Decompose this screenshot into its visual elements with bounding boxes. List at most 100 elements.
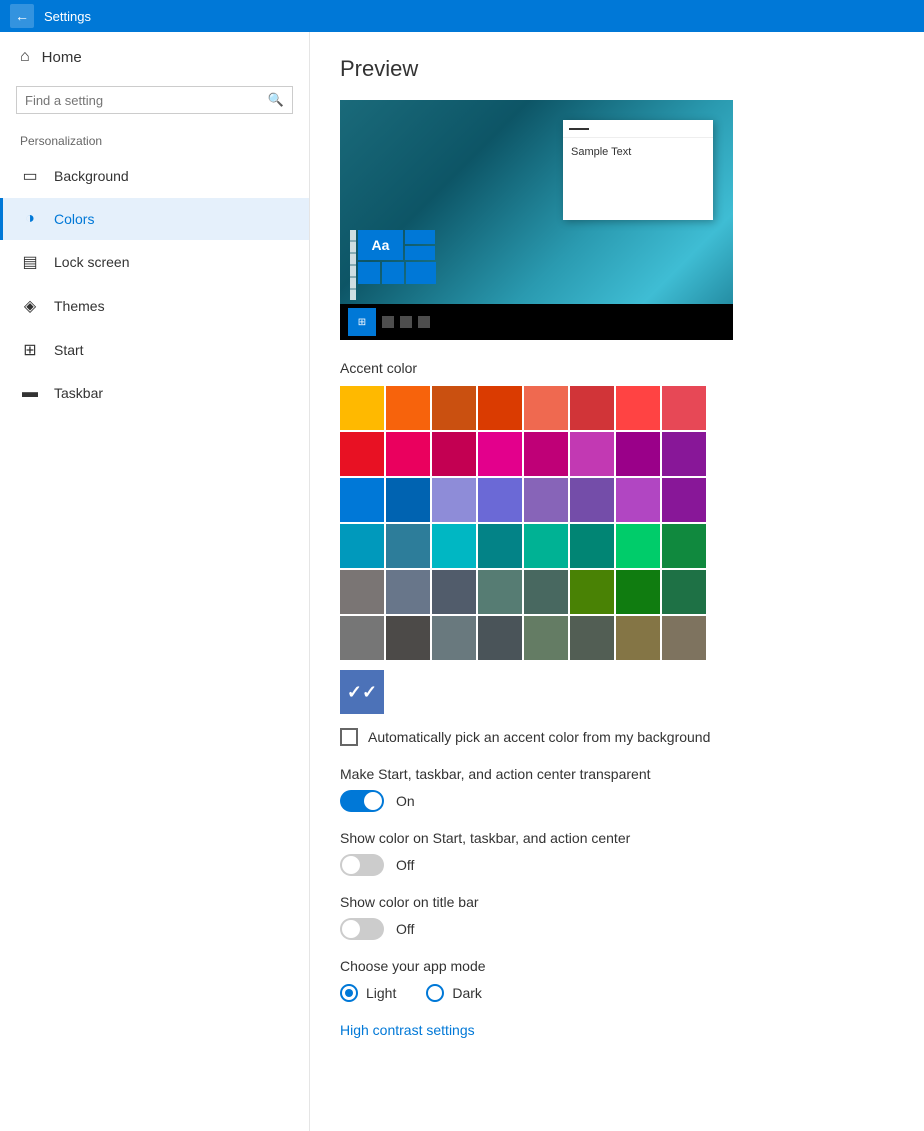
color-swatch-16[interactable]: [340, 478, 384, 522]
background-icon: ▭: [20, 166, 40, 186]
color-swatch-47[interactable]: [662, 616, 706, 660]
transparent-state: On: [396, 793, 415, 809]
color-swatch-4[interactable]: [524, 386, 568, 430]
color-swatch-27[interactable]: [478, 524, 522, 568]
app-mode-label: Choose your app mode: [340, 958, 894, 974]
sidebar-item-lockscreen-label: Lock screen: [54, 254, 129, 270]
sidebar-item-themes-label: Themes: [54, 298, 105, 314]
color-swatch-8[interactable]: [340, 432, 384, 476]
color-swatch-30[interactable]: [616, 524, 660, 568]
color-swatch-10[interactable]: [432, 432, 476, 476]
color-swatch-32[interactable]: [340, 570, 384, 614]
color-swatch-18[interactable]: [432, 478, 476, 522]
preview-window-titlebar: [563, 120, 713, 138]
color-start-label: Show color on Start, taskbar, and action…: [340, 830, 894, 846]
app-mode-section: Choose your app mode Light Dark: [340, 958, 894, 1002]
radio-light-label: Light: [366, 985, 396, 1001]
color-titlebar-toggle-section: Show color on title bar Off: [340, 894, 894, 940]
start-icon: ⊞: [20, 340, 40, 360]
color-swatch-13[interactable]: [570, 432, 614, 476]
color-swatch-38[interactable]: [616, 570, 660, 614]
color-swatch-40[interactable]: [340, 616, 384, 660]
back-button[interactable]: ←: [10, 4, 34, 28]
preview-box: Aa: [340, 100, 733, 340]
color-swatch-39[interactable]: [662, 570, 706, 614]
color-titlebar-toggle-row: Off: [340, 918, 894, 940]
search-box[interactable]: 🔍: [16, 86, 293, 114]
color-swatch-42[interactable]: [432, 616, 476, 660]
color-swatch-29[interactable]: [570, 524, 614, 568]
color-start-toggle[interactable]: [340, 854, 384, 876]
accent-color-label: Accent color: [340, 360, 894, 376]
color-swatch-24[interactable]: [340, 524, 384, 568]
color-swatch-12[interactable]: [524, 432, 568, 476]
preview-tiles: Aa: [350, 230, 436, 300]
themes-icon: ◈: [20, 296, 40, 316]
transparent-toggle[interactable]: [340, 790, 384, 812]
sidebar-item-home[interactable]: ⌂ Home: [0, 32, 309, 82]
radio-option-dark[interactable]: Dark: [426, 984, 482, 1002]
color-swatch-28[interactable]: [524, 524, 568, 568]
color-swatch-11[interactable]: [478, 432, 522, 476]
sidebar-item-taskbar[interactable]: ▬ Taskbar: [0, 372, 309, 414]
color-swatch-14[interactable]: [616, 432, 660, 476]
sidebar-item-start[interactable]: ⊞ Start: [0, 328, 309, 372]
color-swatch-43[interactable]: [478, 616, 522, 660]
color-swatch-19[interactable]: [478, 478, 522, 522]
sidebar-item-colors-label: Colors: [54, 211, 94, 227]
color-swatch-26[interactable]: [432, 524, 476, 568]
sidebar-item-colors[interactable]: ◑ Colors: [0, 198, 309, 240]
transparent-toggle-row: On: [340, 790, 894, 812]
color-swatch-36[interactable]: [524, 570, 568, 614]
color-swatch-44[interactable]: [524, 616, 568, 660]
color-swatch-41[interactable]: [386, 616, 430, 660]
sidebar-item-lockscreen[interactable]: ▤ Lock screen: [0, 240, 309, 284]
home-label: Home: [42, 49, 82, 66]
color-swatch-1[interactable]: [386, 386, 430, 430]
custom-color-swatch[interactable]: ✓: [340, 670, 384, 714]
color-swatch-45[interactable]: [570, 616, 614, 660]
title-bar-title: Settings: [44, 9, 91, 24]
color-swatch-20[interactable]: [524, 478, 568, 522]
color-swatch-46[interactable]: [616, 616, 660, 660]
color-swatch-21[interactable]: [570, 478, 614, 522]
color-swatch-2[interactable]: [432, 386, 476, 430]
color-swatch-7[interactable]: [662, 386, 706, 430]
high-contrast-link[interactable]: High contrast settings: [340, 1022, 475, 1038]
sidebar: ⌂ Home 🔍 Personalization ▭ Background ◑ …: [0, 32, 310, 1131]
color-swatch-3[interactable]: [478, 386, 522, 430]
color-swatch-9[interactable]: [386, 432, 430, 476]
color-swatch-34[interactable]: [432, 570, 476, 614]
radio-dark-circle: [426, 984, 444, 1002]
auto-pick-checkbox-row: Automatically pick an accent color from …: [340, 728, 894, 746]
color-swatch-33[interactable]: [386, 570, 430, 614]
color-swatch-35[interactable]: [478, 570, 522, 614]
color-swatch-22[interactable]: [616, 478, 660, 522]
title-bar: ← Settings: [0, 0, 924, 32]
color-swatch-6[interactable]: [616, 386, 660, 430]
sidebar-item-themes[interactable]: ◈ Themes: [0, 284, 309, 328]
sidebar-item-background[interactable]: ▭ Background: [0, 154, 309, 198]
radio-option-light[interactable]: Light: [340, 984, 396, 1002]
color-swatch-31[interactable]: [662, 524, 706, 568]
auto-pick-label: Automatically pick an accent color from …: [368, 729, 710, 745]
taskbar-icon-3: [418, 316, 430, 328]
window-titlebar-line: [569, 128, 589, 130]
color-titlebar-toggle[interactable]: [340, 918, 384, 940]
color-swatch-23[interactable]: [662, 478, 706, 522]
transparent-label: Make Start, taskbar, and action center t…: [340, 766, 894, 782]
auto-pick-checkbox[interactable]: [340, 728, 358, 746]
color-swatch-15[interactable]: [662, 432, 706, 476]
search-input[interactable]: [25, 93, 268, 108]
color-start-toggle-knob: [342, 856, 360, 874]
color-swatch-17[interactable]: [386, 478, 430, 522]
color-swatch-37[interactable]: [570, 570, 614, 614]
color-swatch-0[interactable]: [340, 386, 384, 430]
color-swatch-5[interactable]: [570, 386, 614, 430]
main-content: Preview: [310, 32, 924, 1131]
preview-window-body: Sample Text: [563, 138, 713, 166]
radio-row: Light Dark: [340, 984, 894, 1002]
lockscreen-icon: ▤: [20, 252, 40, 272]
home-icon: ⌂: [20, 48, 30, 66]
color-swatch-25[interactable]: [386, 524, 430, 568]
